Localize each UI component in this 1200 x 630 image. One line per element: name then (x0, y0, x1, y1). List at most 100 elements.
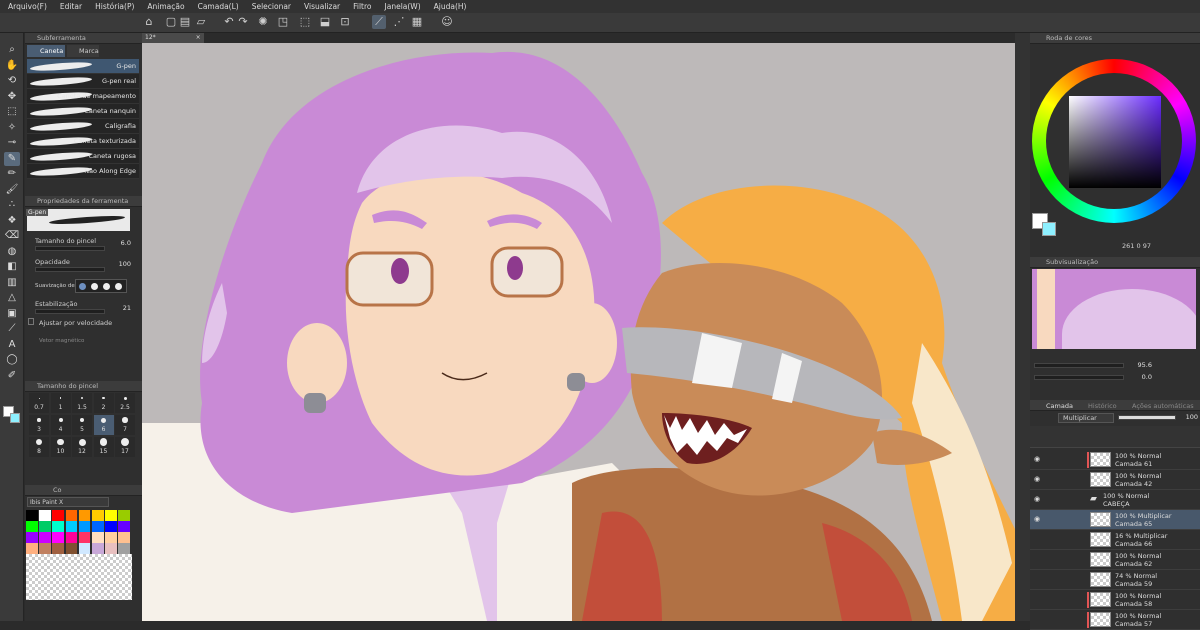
brush-icon[interactable]: 🖌 (4, 183, 20, 197)
layer-row[interactable]: 16 % Multiplicar Camada 66 (1030, 530, 1200, 550)
hand-icon[interactable]: ✋ (4, 59, 20, 73)
color-swatch[interactable] (26, 510, 38, 521)
ruler-icon[interactable]: ⟋ (4, 322, 20, 336)
stabilization-slider[interactable] (35, 309, 105, 314)
color-swatch[interactable] (92, 543, 104, 554)
menu-item[interactable]: Camada(L) (198, 2, 239, 11)
color-swatch[interactable] (65, 521, 78, 532)
color-swatch[interactable] (52, 532, 64, 543)
color-swatch[interactable] (39, 543, 51, 554)
menu-item[interactable]: Selecionar (252, 2, 291, 11)
color-swatch[interactable] (118, 532, 130, 543)
antialias-mid[interactable] (103, 283, 110, 290)
brush-size-cell[interactable]: 10 (50, 437, 71, 457)
color-swatch[interactable] (78, 510, 91, 521)
color-swatch[interactable] (26, 521, 38, 532)
tab-history[interactable]: Histórico (1088, 402, 1117, 410)
tab-caneta[interactable]: Caneta (27, 45, 65, 57)
move-icon[interactable]: ✥ (4, 90, 20, 104)
crop-icon[interactable]: ⊡ (338, 15, 352, 29)
color-swatch[interactable] (105, 532, 117, 543)
brush-size-cell[interactable]: 1.5 (72, 393, 92, 413)
menu-item[interactable]: Filtro (353, 2, 371, 11)
antialias-none[interactable] (79, 283, 86, 290)
layer-row[interactable]: 100 % Normal Camada 62 (1030, 550, 1200, 570)
folder-icon[interactable]: ▰ (1090, 494, 1097, 504)
brush-size-cell[interactable]: 15 (93, 437, 114, 457)
color-swatch[interactable] (52, 521, 64, 532)
brush-item[interactable]: G-pen (27, 59, 139, 74)
menu-item[interactable]: Visualizar (304, 2, 340, 11)
menu-item[interactable]: Animação (147, 2, 184, 11)
color-swatch[interactable] (52, 543, 64, 554)
snap-special-icon[interactable]: ⋰ (392, 15, 406, 29)
layer-row[interactable]: ◉ 100 % Multiplicar Camada 65 (1030, 510, 1200, 530)
menu-item[interactable]: História(P) (95, 2, 134, 11)
brush-size-cell[interactable]: 17 (115, 437, 135, 457)
eye-icon[interactable]: ◉ (1034, 455, 1040, 463)
snap-grid-icon[interactable]: ▦ (410, 15, 424, 29)
snap-ruler-icon[interactable]: ⟋ (372, 15, 386, 29)
tab-layer[interactable]: Camada (1046, 402, 1073, 410)
brush-item[interactable]: Caneta de mapeamento (27, 89, 139, 104)
layer-folder[interactable]: ◉ ▰ 100 % Normal CABEÇA (1030, 490, 1200, 510)
brush-size-value[interactable]: 6.0 (105, 239, 131, 247)
color-swatch[interactable] (52, 510, 64, 521)
undo-icon[interactable]: ↶ (222, 15, 236, 29)
color-swatch[interactable] (118, 521, 130, 532)
blend-mode-select[interactable]: Multiplicar (1058, 413, 1114, 423)
sub-view-preview[interactable] (1032, 269, 1196, 349)
color-swatch[interactable] (39, 532, 51, 543)
color-square[interactable] (1069, 96, 1161, 188)
layer-row[interactable]: 74 % Normal Camada 59 (1030, 570, 1200, 590)
brush-size-cell[interactable]: 4 (50, 415, 71, 435)
decoration-icon[interactable]: ❖ (4, 214, 20, 228)
color-swatch[interactable] (118, 543, 130, 554)
brush-size-cell[interactable]: 5 (72, 415, 92, 435)
color-swatch[interactable] (92, 532, 104, 543)
home-icon[interactable]: ⌂ (142, 15, 156, 29)
zoom-icon[interactable]: ⌕ (4, 43, 20, 57)
angle-slider[interactable] (1034, 375, 1124, 380)
color-swatch[interactable] (78, 521, 91, 532)
brush-size-cell[interactable]: 1 (50, 393, 71, 413)
invert-select-icon[interactable]: ⬓ (318, 15, 332, 29)
color-swatch[interactable] (78, 532, 91, 543)
figure-icon[interactable]: △ (4, 291, 20, 305)
color-swatch[interactable] (39, 521, 51, 532)
canvas-scrollbar[interactable] (1015, 33, 1030, 621)
color-wheel[interactable] (1032, 59, 1196, 223)
color-swatch[interactable] (65, 532, 78, 543)
eyedropper-icon[interactable]: ⊸ (4, 136, 20, 150)
speed-checkbox[interactable] (28, 318, 34, 325)
brush-item[interactable]: G-pen real (27, 74, 139, 89)
brush-size-cell[interactable]: 6 (93, 415, 114, 435)
new-file-icon[interactable]: ▢ (164, 15, 178, 29)
antialias-strong[interactable] (115, 283, 122, 290)
menu-item[interactable]: Editar (60, 2, 82, 11)
eraser-icon[interactable]: ⌫ (4, 229, 20, 243)
color-swatch[interactable] (65, 543, 78, 554)
assistant-icon[interactable]: ☺ (440, 15, 454, 29)
eye-icon[interactable]: ◉ (1034, 475, 1040, 483)
layer-row[interactable]: ◉ 100 % Normal Camada 42 (1030, 470, 1200, 490)
canvas-area[interactable] (142, 43, 1015, 621)
line-correction-icon[interactable]: ✐ (4, 369, 20, 383)
artwork[interactable] (142, 43, 1015, 621)
menu-item[interactable]: Ajuda(H) (434, 2, 467, 11)
antialias-weak[interactable] (91, 283, 98, 290)
color-swatch[interactable] (92, 510, 104, 521)
transform-icon[interactable]: ◳ (276, 15, 290, 29)
brush-item[interactable]: Caneta texturizada (27, 134, 139, 149)
brush-size-cell[interactable]: 2 (93, 393, 114, 413)
opacity-slider[interactable] (35, 267, 105, 272)
layer-row[interactable]: 100 % Normal Camada 58 (1030, 590, 1200, 610)
brush-size-slider[interactable] (35, 246, 105, 251)
layer-row[interactable]: ◉ 100 % Normal Camada 61 (1030, 450, 1200, 470)
tab-auto-actions[interactable]: Ações automáticas (1132, 402, 1194, 410)
color-set-select[interactable]: Ibis Paint X (27, 497, 109, 507)
wand-icon[interactable]: ✧ (4, 121, 20, 135)
color-swatch[interactable] (92, 521, 104, 532)
frame-icon[interactable]: ▣ (4, 307, 20, 321)
brush-item[interactable]: Caligrafia (27, 119, 139, 134)
